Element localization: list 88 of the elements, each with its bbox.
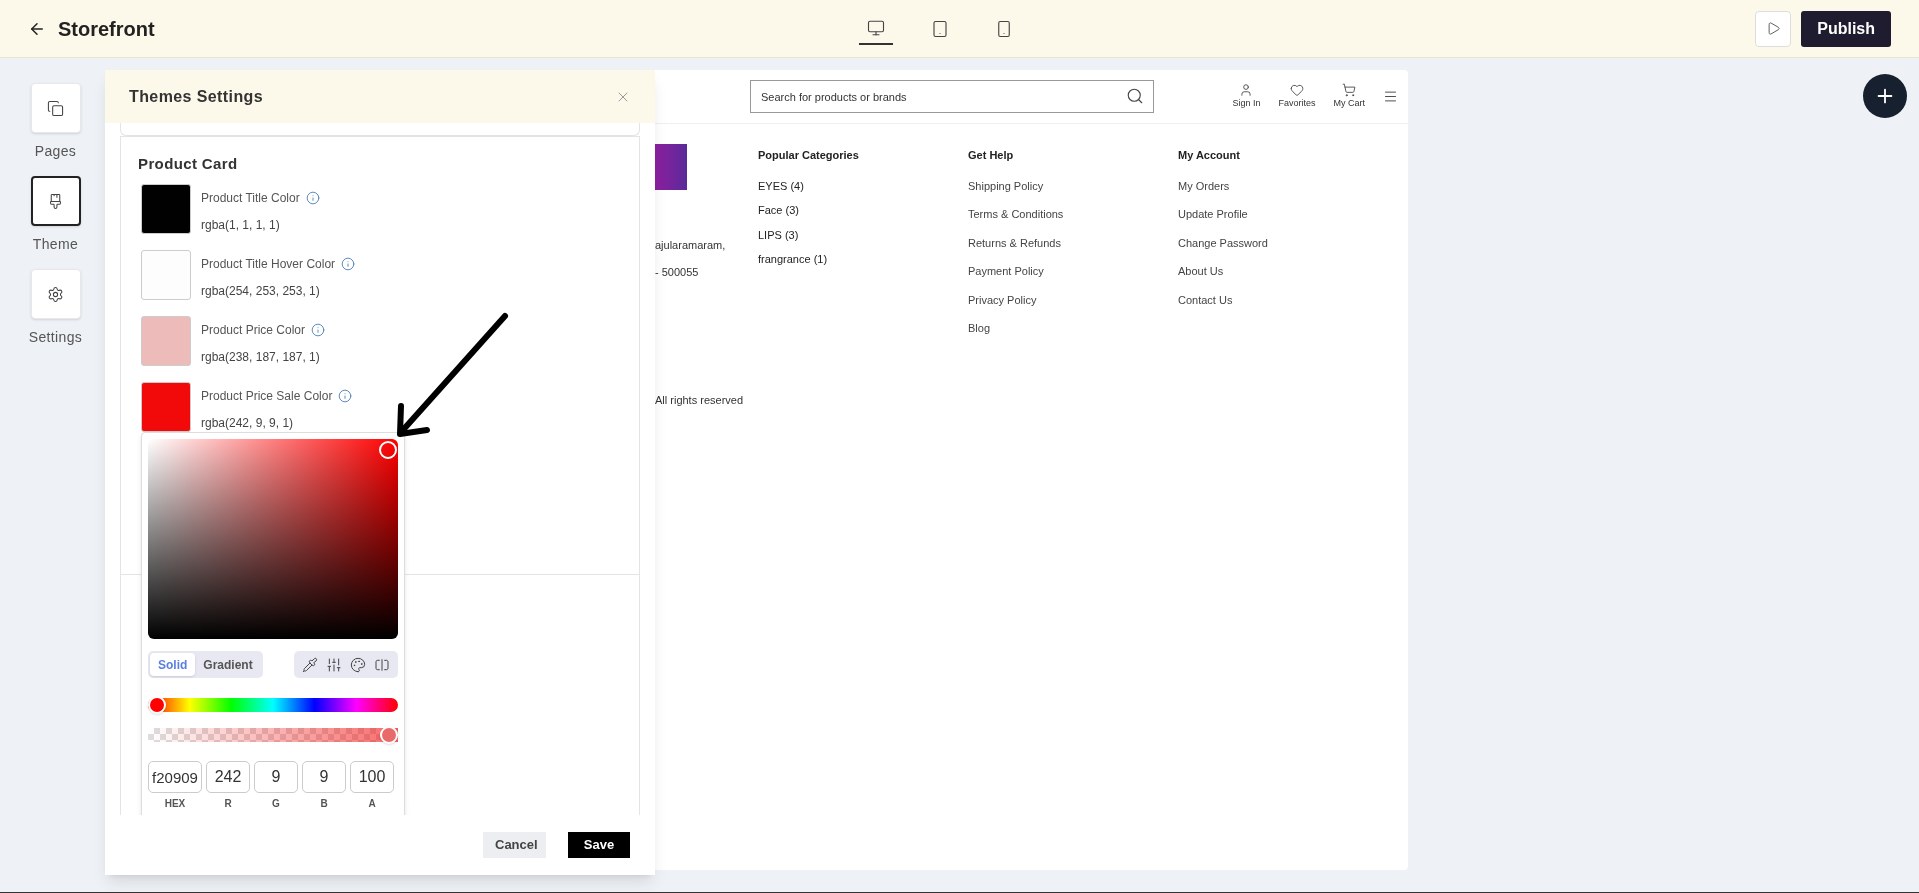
color-swatch[interactable]: [141, 249, 191, 300]
color-value-field[interactable]: f20909: [148, 761, 202, 793]
alpha-thumb[interactable]: [380, 726, 398, 744]
copyright-text: All rights reserved: [655, 393, 745, 408]
field-label: R: [224, 797, 232, 811]
footer-heading: My Account: [1178, 148, 1241, 163]
color-value: rgba(242, 9, 9, 1): [201, 414, 295, 432]
heart-icon[interactable]: [1290, 82, 1304, 97]
info-icon[interactable]: [341, 256, 356, 271]
cancel-button[interactable]: Cancel: [483, 832, 546, 858]
color-swatch[interactable]: [141, 315, 191, 366]
info-icon[interactable]: [305, 190, 320, 205]
pages-icon[interactable]: [47, 99, 64, 117]
search-field[interactable]: Search for products or brands: [750, 80, 1154, 113]
color-value-field[interactable]: 100: [350, 761, 394, 793]
footer-link[interactable]: Face (3): [758, 202, 968, 219]
info-icon[interactable]: [338, 388, 353, 403]
paintbrush-icon[interactable]: [47, 192, 64, 210]
alpha-slider[interactable]: [148, 728, 398, 742]
settings-icon[interactable]: [47, 285, 64, 303]
address-line: - 500055: [655, 264, 700, 280]
tablet-icon[interactable]: [930, 19, 949, 38]
panel-title: Themes Settings: [129, 86, 264, 107]
color-label: Product Title Hover Color: [201, 255, 336, 273]
color-value-field[interactable]: 9: [254, 761, 298, 793]
sliders-icon[interactable]: [326, 656, 342, 673]
app-title: Storefront: [58, 16, 155, 42]
footer-link[interactable]: Terms & Conditions: [968, 206, 1178, 223]
footer-link[interactable]: Payment Policy: [968, 263, 1178, 280]
address-line: ajularamaram,: [655, 238, 727, 253]
color-label: Product Price Sale Color: [201, 387, 333, 405]
theme-nav-button[interactable]: [30, 176, 81, 226]
field-label: HEX: [164, 797, 186, 811]
footer-link[interactable]: Shipping Policy: [968, 177, 1178, 194]
header-link[interactable]: My Cart: [1333, 82, 1365, 111]
search-icon[interactable]: [1126, 87, 1144, 105]
section-title: Product Card: [138, 154, 239, 174]
footer-heading: Get Help: [968, 148, 1015, 163]
color-value-field[interactable]: 242: [206, 761, 250, 793]
header-link[interactable]: Favorites: [1278, 82, 1316, 111]
color-value-field[interactable]: 9: [302, 761, 346, 793]
color-swatch[interactable]: [141, 183, 191, 234]
color-label: Product Title Color: [201, 189, 300, 207]
footer-link[interactable]: Blog: [968, 320, 1178, 337]
add-button[interactable]: [1863, 74, 1907, 118]
play-icon[interactable]: [1765, 21, 1781, 36]
header-link[interactable]: Sign In: [1232, 82, 1261, 111]
menu-icon[interactable]: [1383, 89, 1398, 104]
color-label: Product Price Color: [201, 321, 306, 339]
footer-link[interactable]: LIPS (3): [758, 226, 968, 243]
color-value: rgba(254, 253, 253, 1): [201, 282, 321, 300]
color-swatch[interactable]: [141, 381, 191, 432]
store-logo: [655, 144, 687, 190]
eyedropper-icon[interactable]: [302, 656, 318, 673]
field-label: B: [320, 797, 328, 811]
footer-link[interactable]: My Orders: [1178, 177, 1388, 194]
color-value: rgba(1, 1, 1, 1): [201, 216, 281, 234]
mode-tab[interactable]: Solid: [150, 653, 196, 676]
saturation-area[interactable]: [148, 439, 398, 639]
info-icon[interactable]: [311, 322, 326, 337]
footer-link[interactable]: Privacy Policy: [968, 291, 1178, 308]
color-value: rgba(238, 187, 187, 1): [201, 348, 321, 366]
footer-link[interactable]: Update Profile: [1178, 206, 1388, 223]
pages-nav-button[interactable]: [30, 83, 81, 133]
nav-label: Theme: [32, 235, 79, 254]
footer-link[interactable]: EYES (4): [758, 177, 968, 194]
desktop-icon[interactable]: [866, 18, 885, 37]
cart-icon[interactable]: [1342, 82, 1357, 97]
nav-label: Settings: [28, 328, 83, 347]
hue-slider[interactable]: [148, 698, 398, 712]
user-icon[interactable]: [1239, 82, 1254, 97]
compare-icon[interactable]: [374, 656, 390, 673]
publish-button[interactable]: Publish: [1801, 10, 1891, 47]
mode-tab[interactable]: Gradient: [195, 653, 261, 676]
footer-link[interactable]: Returns & Refunds: [968, 234, 1178, 251]
save-button[interactable]: Save: [568, 832, 630, 858]
footer-link[interactable]: Contact Us: [1178, 291, 1388, 308]
hue-thumb[interactable]: [148, 696, 166, 714]
footer-link[interactable]: About Us: [1178, 263, 1388, 280]
nav-label: Pages: [34, 142, 77, 161]
saturation-handle[interactable]: [379, 441, 397, 459]
footer-link[interactable]: frangrance (1): [758, 251, 968, 268]
footer-heading: Popular Categories: [758, 148, 860, 163]
field-label: G: [272, 797, 280, 811]
settings-nav-button[interactable]: [30, 269, 81, 319]
footer-link[interactable]: Change Password: [1178, 234, 1388, 251]
field-label: A: [368, 797, 376, 811]
palette-icon[interactable]: [350, 656, 366, 673]
